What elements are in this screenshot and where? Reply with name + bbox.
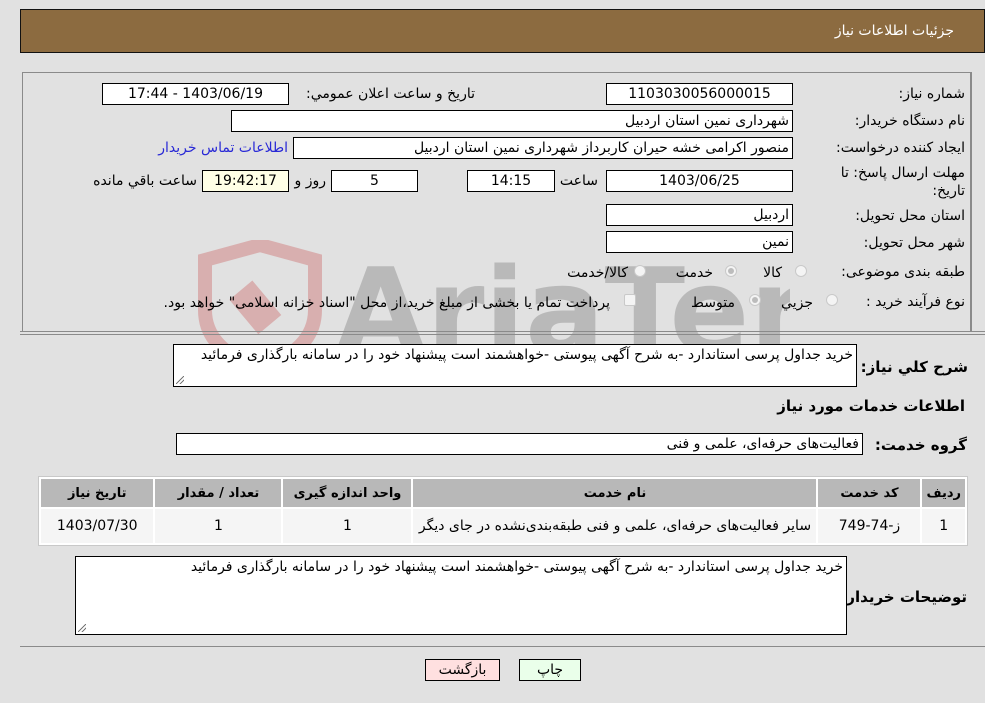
- service-group-label: گروه خدمت:: [874, 436, 967, 454]
- days-remaining-field: 5: [331, 170, 418, 192]
- cell-service-name: سایر فعالیت‌های حرفه‌ای، علمی و فنی طبقه…: [413, 509, 817, 543]
- buyer-notes-label: توضیحات خریدار:: [840, 588, 967, 606]
- cell-quantity: 1: [155, 509, 282, 543]
- col-need-date: تاریخ نیاز: [41, 479, 154, 507]
- services-table: ردیف کد خدمت نام خدمت واحد اندازه گیری ت…: [38, 476, 968, 546]
- divider: [20, 334, 985, 335]
- category-radio-service[interactable]: [725, 265, 737, 277]
- description-textarea[interactable]: خرید جداول پرسی استاندارد -به شرح آگهی پ…: [173, 344, 857, 387]
- resize-grip-icon[interactable]: [176, 376, 184, 384]
- requester-field: منصور اکرامی خشه حیران کاربرداز شهرداری …: [293, 137, 793, 159]
- buyer-org-field: شهرداری نمین استان اردبیل: [231, 110, 793, 132]
- description-label: شرح كلي نیاز:: [860, 358, 968, 376]
- announce-datetime-field: 1403/06/19 - 17:44: [102, 83, 289, 105]
- announce-datetime-label: تاریخ و ساعت اعلان عمومي:: [306, 86, 475, 102]
- buyer-notes-textarea[interactable]: خرید جداول پرسی استاندارد -به شرح آگهی پ…: [75, 556, 847, 635]
- table-row: 1 ز-74-749 سایر فعالیت‌های حرفه‌ای، علمی…: [41, 509, 965, 543]
- cell-row-number: 1: [922, 509, 965, 543]
- purchase-type-label: نوع فرآیند خرید :: [866, 294, 965, 310]
- buyer-notes-text: خرید جداول پرسی استاندارد -به شرح آگهی پ…: [190, 559, 843, 575]
- purchase-radio-minor[interactable]: [826, 294, 838, 306]
- delivery-province-field: اردبیل: [606, 204, 793, 226]
- page-title: جزئیات اطلاعات نیاز: [834, 23, 954, 39]
- cell-need-date: 1403/07/30: [41, 509, 154, 543]
- deadline-label-line2: تاریخ:: [932, 183, 965, 199]
- deadline-time-label: ساعت: [559, 173, 598, 189]
- category-option-goods-service: کالا/خدمت: [567, 265, 628, 281]
- page-header: جزئیات اطلاعات نیاز: [20, 9, 985, 53]
- category-radio-goods[interactable]: [795, 265, 807, 277]
- table-header-row: ردیف کد خدمت نام خدمت واحد اندازه گیری ت…: [41, 479, 965, 507]
- treasury-checkbox[interactable]: [624, 294, 636, 306]
- delivery-city-label: شهر محل تحویل:: [863, 235, 965, 251]
- requester-label: ایجاد کننده درخواست:: [836, 140, 965, 156]
- need-number-field: 1103030056000015: [606, 83, 793, 105]
- category-radio-goods-service[interactable]: [634, 265, 646, 277]
- cell-service-code: ز-74-749: [818, 509, 921, 543]
- col-service-code: کد خدمت: [818, 479, 921, 507]
- deadline-date-field: 1403/06/25: [606, 170, 793, 192]
- deadline-time-field: 14:15: [467, 170, 555, 192]
- divider: [20, 331, 985, 332]
- buyer-contact-link[interactable]: اطلاعات تماس خریدار: [158, 140, 288, 156]
- description-text: خرید جداول پرسی استاندارد -به شرح آگهی پ…: [200, 347, 853, 363]
- purchase-radio-medium[interactable]: [749, 294, 761, 306]
- category-option-goods: کالا: [763, 265, 782, 281]
- buyer-org-label: نام دستگاه خریدار:: [854, 113, 965, 129]
- print-button[interactable]: چاپ: [519, 659, 581, 681]
- remaining-time-field: 19:42:17: [202, 170, 289, 192]
- col-service-name: نام خدمت: [413, 479, 817, 507]
- col-row-number: ردیف: [922, 479, 965, 507]
- delivery-province-label: استان محل تحویل:: [855, 208, 965, 224]
- category-option-service: خدمت: [675, 265, 713, 281]
- deadline-label-line1: مهلت ارسال پاسخ: تا: [840, 165, 965, 181]
- need-number-label: شماره نیاز:: [898, 86, 966, 102]
- resize-grip-icon[interactable]: [78, 624, 86, 632]
- service-group-field: فعالیت‌های حرفه‌ای، علمی و فنی: [176, 433, 863, 455]
- days-label: روز و: [294, 173, 327, 189]
- category-label: طبقه بندی موضوعی:: [841, 264, 965, 280]
- remaining-time-label: ساعت باقي مانده: [93, 173, 197, 189]
- purchase-option-minor: جزيي: [781, 295, 813, 311]
- delivery-city-field: نمین: [606, 231, 793, 253]
- cell-unit: 1: [283, 509, 412, 543]
- divider: [20, 646, 985, 647]
- back-button[interactable]: بازگشت: [425, 659, 500, 681]
- purchase-option-medium: متوسط: [691, 295, 735, 311]
- col-quantity: تعداد / مقدار: [155, 479, 282, 507]
- treasury-note: پرداخت تمام یا بخشی از مبلغ خرید،از محل …: [163, 295, 610, 311]
- services-section-title: اطلاعات خدمات مورد نیاز: [777, 397, 965, 415]
- col-unit: واحد اندازه گیری: [283, 479, 412, 507]
